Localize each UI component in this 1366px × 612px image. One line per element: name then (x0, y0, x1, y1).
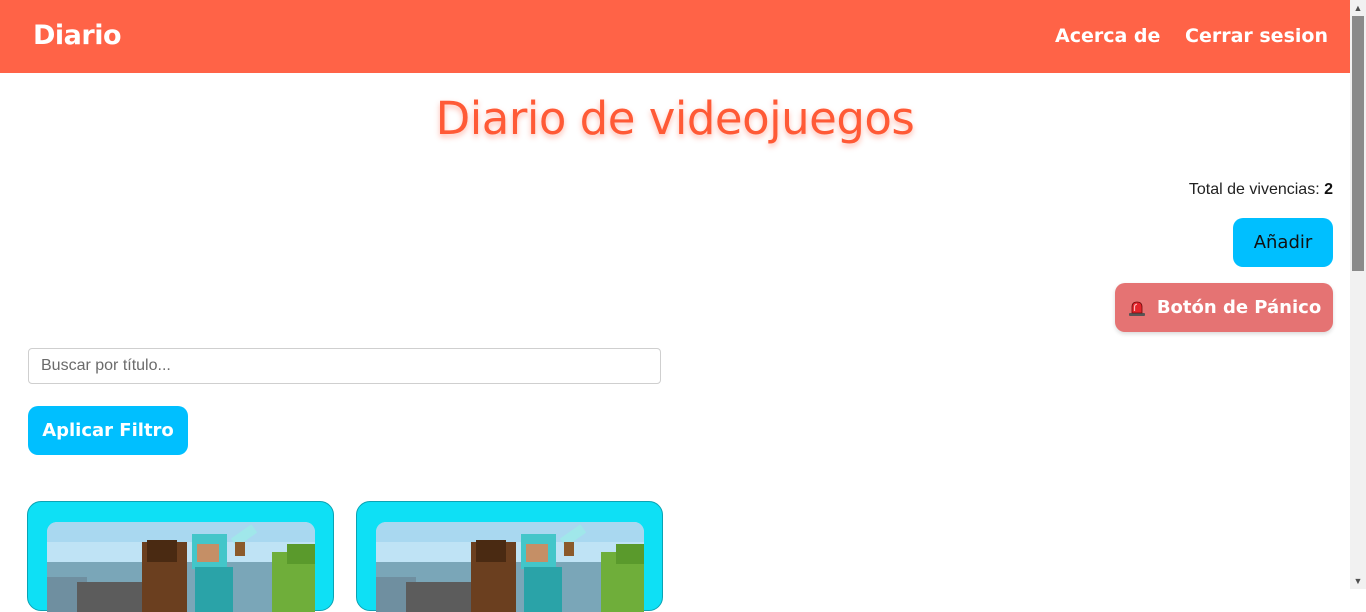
nav-link-about[interactable]: Acerca de (1055, 25, 1160, 47)
total-count: Total de vivencias: 2 (1189, 181, 1333, 199)
minecraft-image (376, 522, 644, 612)
scrollbar[interactable]: ▲ ▼ (1350, 0, 1366, 589)
navbar: Diario Acerca de Cerrar sesion (0, 0, 1350, 73)
page-title: Diario de videojuegos (435, 92, 915, 145)
total-value: 2 (1324, 181, 1333, 198)
panic-button[interactable]: Botón de Pánico (1115, 283, 1333, 332)
brand-link[interactable]: Diario (33, 20, 122, 51)
scroll-up-icon[interactable]: ▲ (1350, 0, 1366, 16)
card-image (47, 522, 315, 612)
apply-filter-button[interactable]: Aplicar Filtro (28, 406, 188, 455)
search-input[interactable] (28, 348, 661, 384)
entry-card[interactable] (27, 501, 334, 612)
nav-link-logout[interactable]: Cerrar sesion (1185, 25, 1328, 47)
siren-icon (1128, 301, 1145, 316)
scroll-thumb[interactable] (1352, 16, 1364, 271)
panic-button-label: Botón de Pánico (1156, 297, 1322, 318)
add-button[interactable]: Añadir (1233, 218, 1333, 267)
total-label: Total de vivencias: (1188, 181, 1325, 198)
scroll-down-icon[interactable]: ▼ (1350, 573, 1366, 589)
entry-card[interactable] (356, 501, 663, 612)
card-image (376, 522, 644, 612)
minecraft-image (47, 522, 315, 612)
